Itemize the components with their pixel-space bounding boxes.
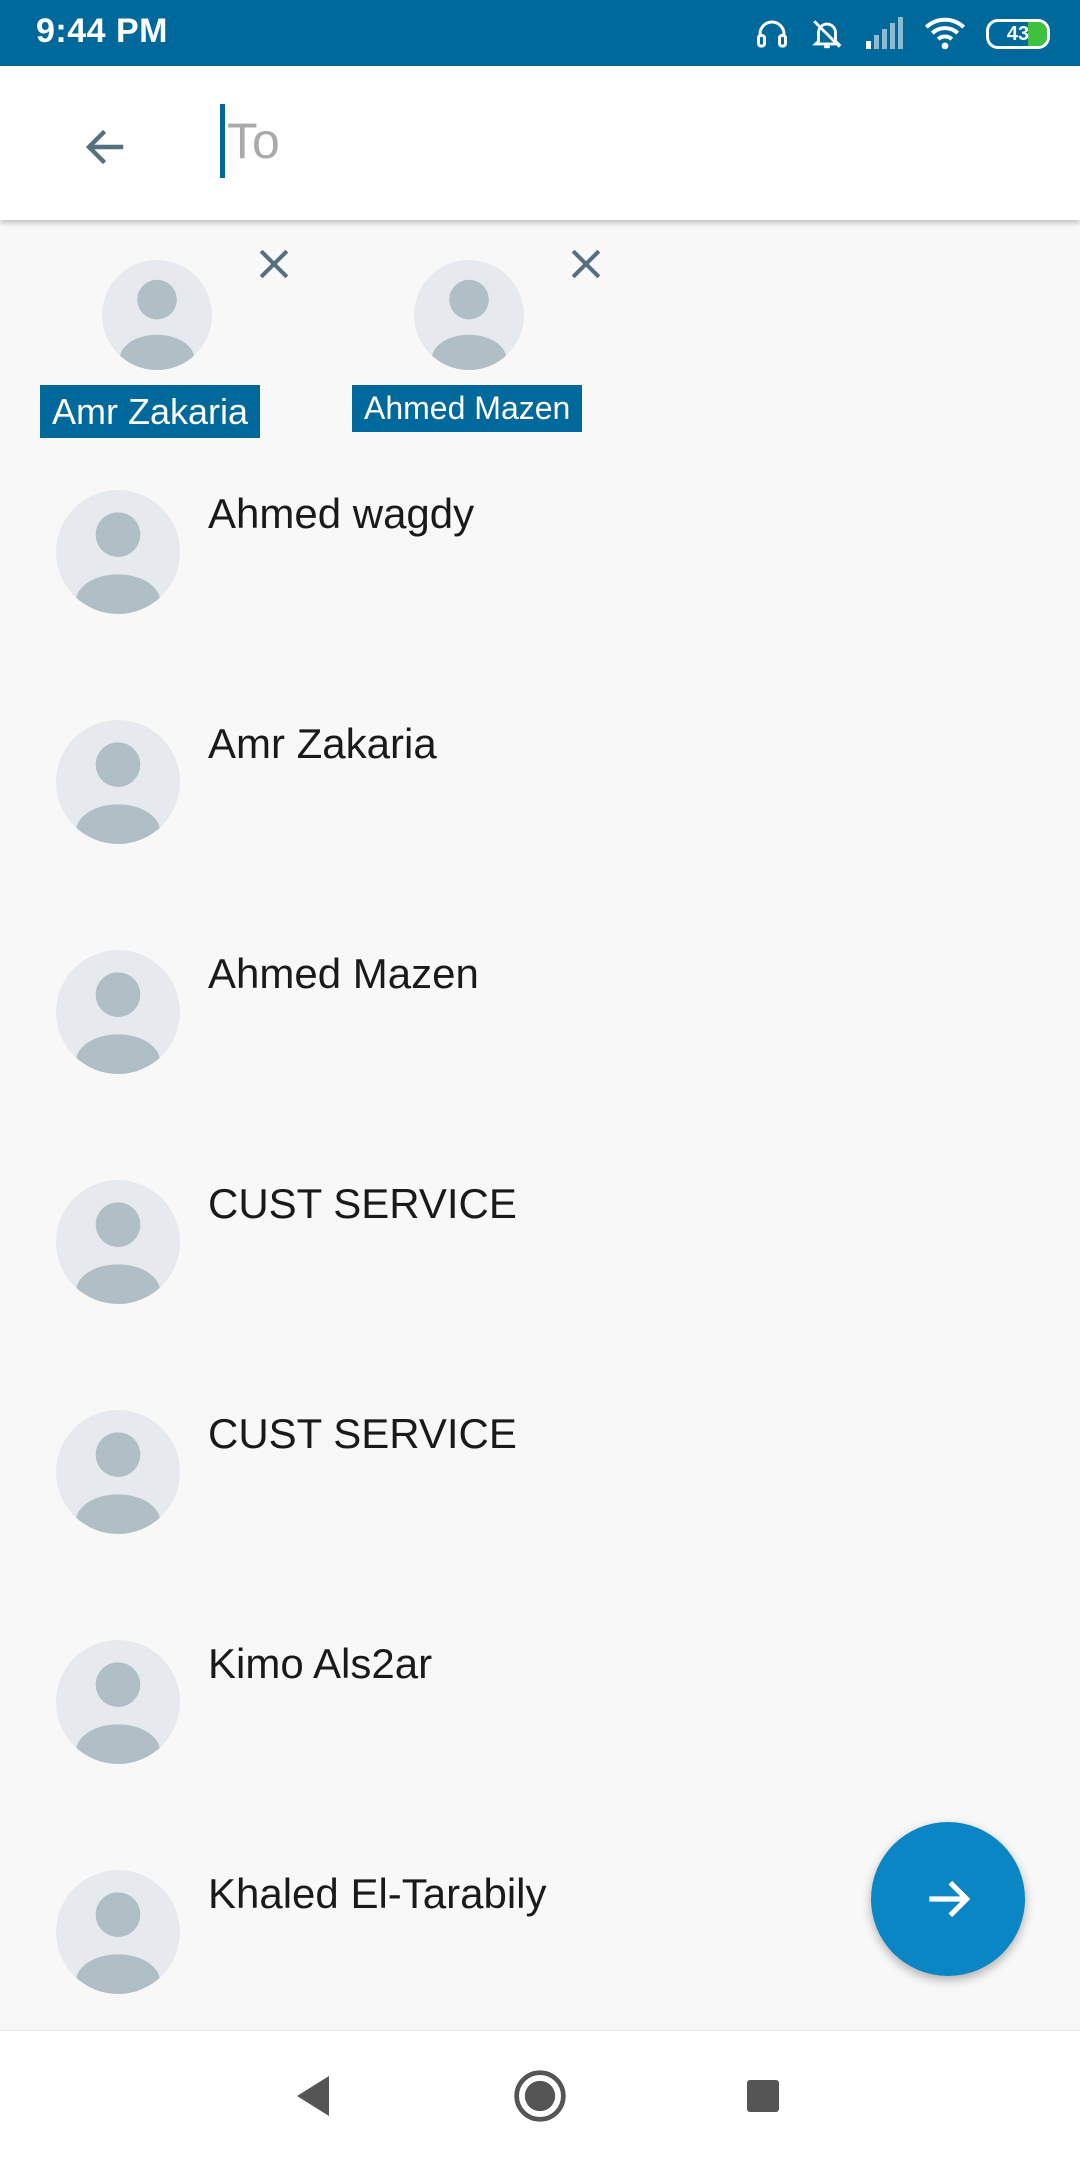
nav-home-button[interactable] xyxy=(505,2061,575,2131)
contact-item[interactable]: Amr Zakaria xyxy=(0,690,1080,920)
person-icon xyxy=(75,742,161,844)
app-bar xyxy=(0,66,1080,220)
contact-item[interactable]: CUST SERVICE xyxy=(0,1150,1080,1380)
contact-name: Ahmed wagdy xyxy=(208,490,475,537)
avatar xyxy=(56,720,180,844)
nav-back-button[interactable] xyxy=(278,2061,348,2131)
recipient-chip[interactable]: Ahmed Mazen xyxy=(352,240,601,440)
avatar xyxy=(102,260,212,370)
person-icon xyxy=(119,279,195,370)
avatar xyxy=(56,1640,180,1764)
avatar xyxy=(56,1410,180,1534)
contact-item[interactable]: Kimo Als2ar xyxy=(0,1610,1080,1840)
close-icon xyxy=(259,249,289,279)
recipient-chip[interactable]: Amr Zakaria xyxy=(40,240,289,440)
avatar xyxy=(56,490,180,614)
close-icon xyxy=(571,249,601,279)
status-icons: 43 xyxy=(754,12,1050,56)
person-icon xyxy=(75,1202,161,1304)
remove-recipient-button[interactable] xyxy=(562,240,610,288)
person-icon xyxy=(75,1892,161,1994)
system-nav-bar xyxy=(0,2030,1080,2161)
avatar xyxy=(56,1870,180,1994)
contact-name: Ahmed Mazen xyxy=(208,950,479,997)
arrow-right-icon xyxy=(929,1880,971,1918)
arrow-left-icon xyxy=(81,123,129,176)
person-icon xyxy=(75,1432,161,1534)
to-input[interactable] xyxy=(225,104,987,178)
battery-level: 43 xyxy=(1006,23,1030,45)
avatar xyxy=(414,260,524,370)
person-icon xyxy=(75,972,161,1074)
wifi-icon xyxy=(924,17,966,51)
person-icon xyxy=(431,279,507,370)
headset-icon xyxy=(754,16,790,52)
cell-signal-icon xyxy=(864,17,904,51)
contact-name: Amr Zakaria xyxy=(208,720,437,767)
avatar xyxy=(56,1180,180,1304)
square-recents-icon xyxy=(747,2080,779,2112)
triangle-back-icon xyxy=(297,2076,329,2116)
contact-item[interactable]: Ahmed wagdy xyxy=(0,460,1080,690)
status-time: 9:44 PM xyxy=(36,12,168,50)
contact-name: CUST SERVICE xyxy=(208,1410,517,1457)
circle-home-icon xyxy=(514,2070,566,2122)
to-field[interactable] xyxy=(220,104,1020,178)
next-button[interactable] xyxy=(871,1822,1025,1976)
contact-name: Khaled El-Tarabily xyxy=(208,1870,547,1917)
recipient-chip-label: Ahmed Mazen xyxy=(352,385,583,432)
recipient-chip-label: Amr Zakaria xyxy=(40,385,261,438)
back-button[interactable] xyxy=(70,114,140,184)
contact-item[interactable]: CUST SERVICE xyxy=(0,1380,1080,1610)
contact-item[interactable]: Ahmed Mazen xyxy=(0,920,1080,1150)
nav-recents-button[interactable] xyxy=(728,2061,798,2131)
remove-recipient-button[interactable] xyxy=(250,240,298,288)
bell-off-icon xyxy=(810,17,844,51)
person-icon xyxy=(75,512,161,614)
avatar xyxy=(56,950,180,1074)
battery-icon: 43 xyxy=(986,19,1050,49)
contact-name: CUST SERVICE xyxy=(208,1180,517,1227)
contact-name: Kimo Als2ar xyxy=(208,1640,433,1687)
person-icon xyxy=(75,1662,161,1764)
status-bar: 9:44 PM 43 xyxy=(0,0,1080,66)
